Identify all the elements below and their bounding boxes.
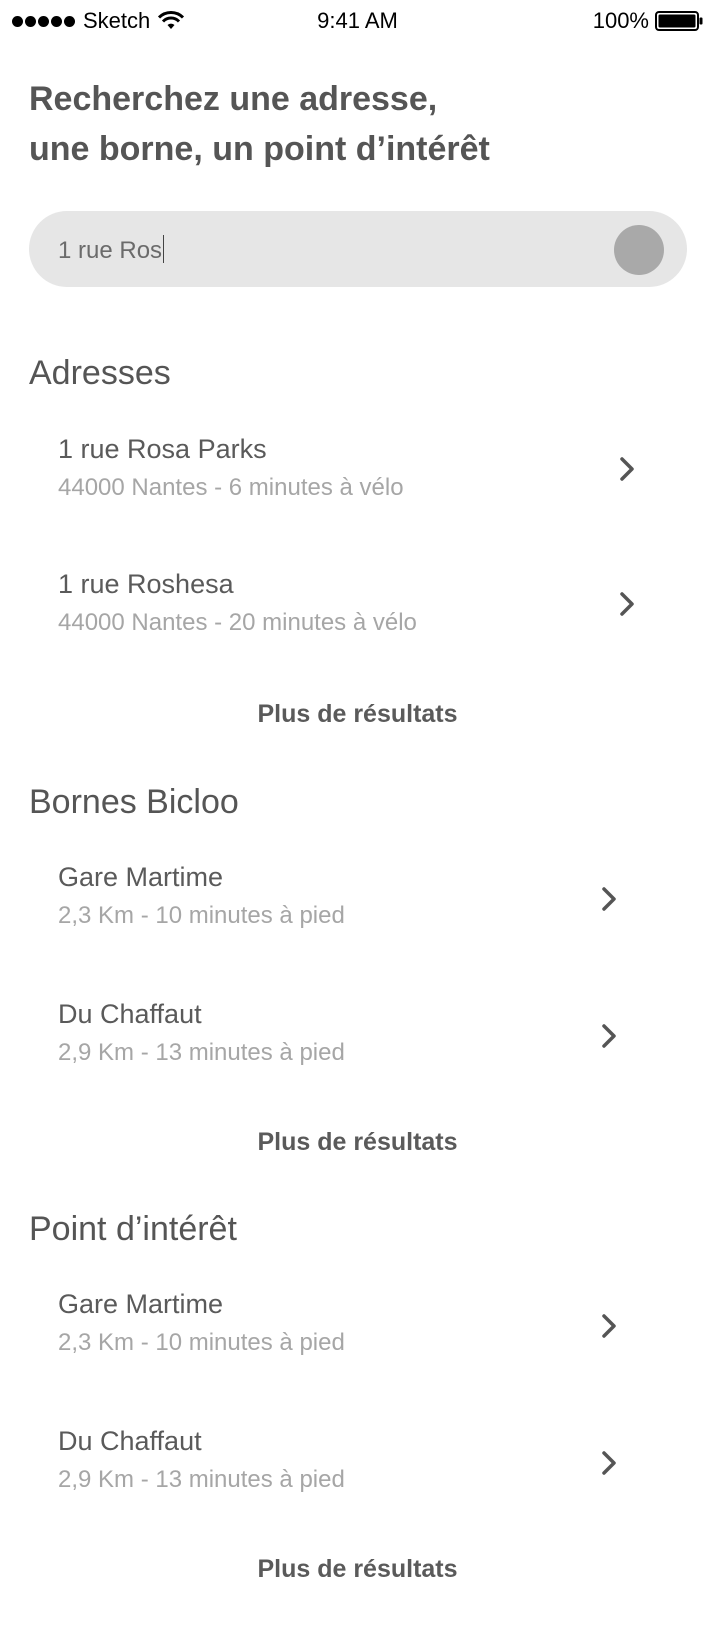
station-result-item[interactable]: Du Chaffaut 2,9 Km - 13 minutes à pied [0, 999, 715, 1109]
search-input-value: 1 rue Ros [58, 235, 165, 264]
result-subtitle: 44000 Nantes - 20 minutes à vélo [58, 609, 417, 636]
chevron-right-icon [602, 1451, 616, 1475]
chevron-right-icon [620, 592, 634, 616]
page-title-line-2: une borne, un point d’intérêt [29, 130, 490, 168]
result-title: Gare Martime [58, 862, 224, 892]
station-result-item[interactable]: Gare Martime 2,3 Km - 10 minutes à pied [0, 862, 715, 972]
battery-percentage: 100% [592, 8, 649, 33]
status-right: 100% [593, 8, 703, 34]
more-results-poi-link[interactable]: Plus de résultats [0, 1555, 715, 1584]
chevron-right-icon [602, 1314, 616, 1338]
page-title-line-1: Recherchez une adresse, [29, 80, 438, 118]
result-title: Du Chaffaut [58, 1426, 202, 1456]
result-title: Gare Martime [58, 1289, 224, 1319]
search-input[interactable]: 1 rue Ros [29, 211, 687, 287]
result-subtitle: 2,9 Km - 13 minutes à pied [58, 1039, 345, 1066]
poi-result-item[interactable]: Du Chaffaut 2,9 Km - 13 minutes à pied [0, 1426, 715, 1536]
result-title: 1 rue Roshesa [58, 569, 234, 599]
search-screen: Sketch 9:41 AM 100% Recherchez une adres… [0, 0, 715, 1640]
result-subtitle: 44000 Nantes - 6 minutes à vélo [58, 474, 404, 501]
clear-search-icon[interactable] [614, 225, 664, 275]
result-title: Du Chaffaut [58, 999, 202, 1029]
poi-result-item[interactable]: Gare Martime 2,3 Km - 10 minutes à pied [0, 1289, 715, 1399]
more-results-addresses-link[interactable]: Plus de résultats [0, 700, 715, 729]
result-subtitle: 2,3 Km - 10 minutes à pied [58, 1329, 345, 1356]
page-title: Recherchez une adresse, une borne, un po… [29, 74, 689, 174]
text-caret [163, 235, 165, 263]
battery-icon [655, 11, 703, 31]
address-result-item[interactable]: 1 rue Rosa Parks 44000 Nantes - 6 minute… [0, 434, 715, 544]
address-result-item[interactable]: 1 rue Roshesa 44000 Nantes - 20 minutes … [0, 569, 715, 679]
result-subtitle: 2,3 Km - 10 minutes à pied [58, 902, 345, 929]
section-title-stations: Bornes Bicloo [29, 783, 239, 821]
result-title: 1 rue Rosa Parks [58, 434, 267, 464]
chevron-right-icon [602, 1024, 616, 1048]
chevron-right-icon [602, 887, 616, 911]
section-title-addresses: Adresses [29, 354, 171, 392]
section-title-poi: Point d’intérêt [29, 1210, 237, 1248]
more-results-stations-link[interactable]: Plus de résultats [0, 1128, 715, 1157]
chevron-right-icon [620, 457, 634, 481]
result-subtitle: 2,9 Km - 13 minutes à pied [58, 1466, 345, 1493]
status-bar: Sketch 9:41 AM 100% [0, 0, 715, 44]
